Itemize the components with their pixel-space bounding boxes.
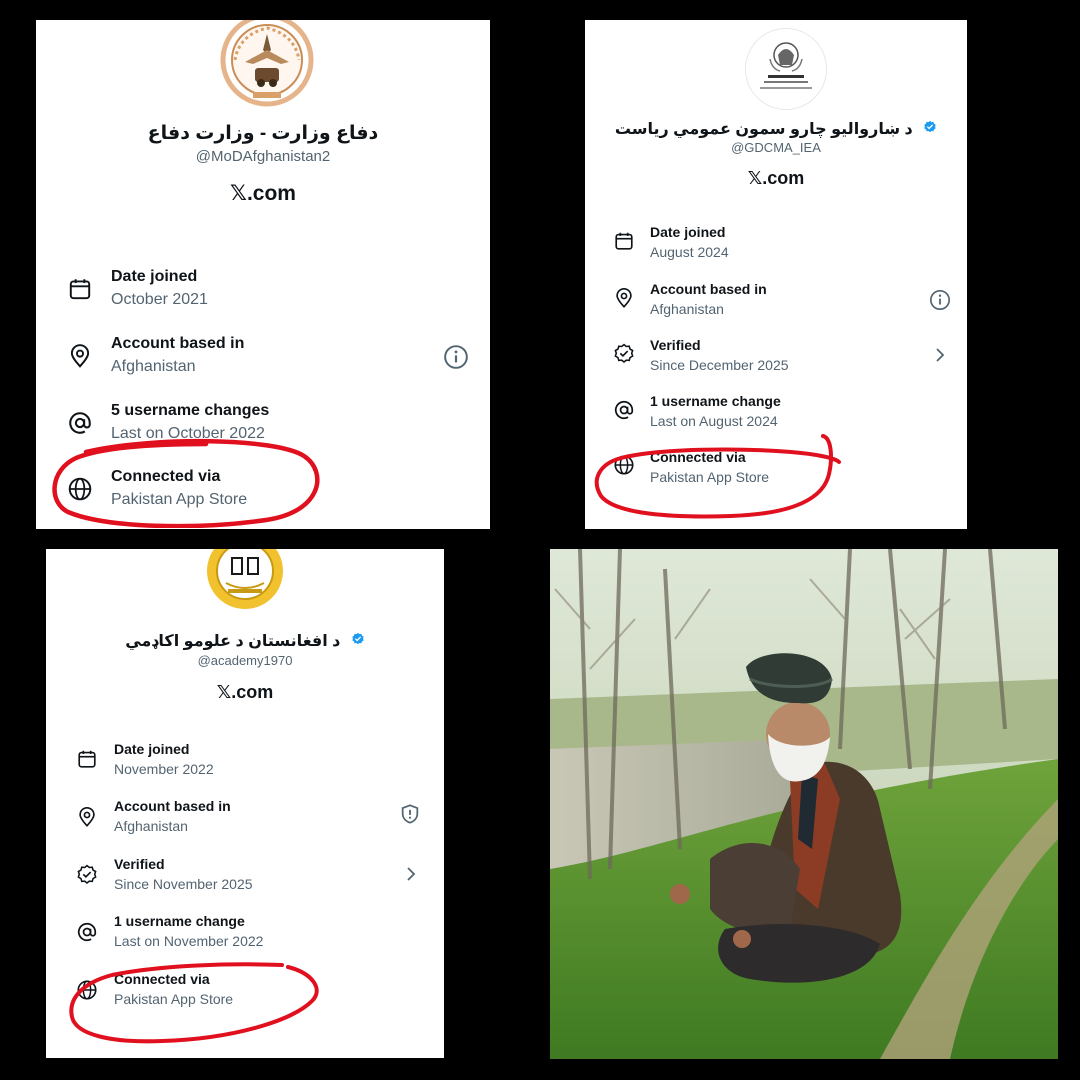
profile-avatar[interactable] (219, 20, 315, 110)
location-pin-icon (613, 287, 635, 309)
row-value: November 2022 (114, 761, 214, 777)
panel-modafghanistan2: دفاع وزارت - وزارت دفاع @MoDAfghanistan2… (36, 20, 490, 529)
x-com-label: 𝕏.com (747, 168, 805, 188)
display-name: دفاع وزارت - وزارت دفاع (36, 122, 490, 145)
info-icon[interactable] (929, 289, 951, 311)
row-value: August 2024 (650, 244, 729, 260)
row-label: Account based in (650, 281, 767, 297)
display-name: د افغانستان د علومو اکاډمي (46, 631, 444, 651)
row-value: Last on August 2024 (650, 413, 778, 429)
row-verified[interactable]: Verified Since December 2025 (585, 336, 967, 378)
verified-badge-icon[interactable] (923, 120, 937, 139)
row-value: Since November 2025 (114, 876, 253, 892)
row-account-based-in[interactable]: Account based in Afghanistan (36, 331, 490, 381)
location-pin-icon (67, 343, 93, 369)
row-label: Verified (650, 337, 701, 353)
row-label: Date joined (114, 741, 190, 757)
row-value: Afghanistan (650, 301, 724, 317)
photo-man-seated-on-grass (550, 549, 1058, 1059)
at-sign-icon (67, 410, 93, 436)
x-com-label: 𝕏.com (230, 182, 296, 205)
globe-icon (67, 476, 93, 502)
info-icon[interactable] (443, 344, 469, 370)
at-sign-icon (613, 399, 635, 421)
row-value: Last on October 2022 (111, 425, 265, 442)
display-name-text: د ښاروالیو چارو سمون عمومي رياست (614, 121, 913, 138)
location-pin-icon (76, 806, 98, 828)
username-handle[interactable]: @academy1970 (46, 653, 444, 668)
row-username-changes: 1 username change Last on November 2022 (46, 912, 444, 954)
row-connected-via: Connected via Pakistan App Store (46, 970, 444, 1012)
row-label: Date joined (650, 224, 726, 240)
row-label: Date joined (111, 268, 198, 285)
row-date-joined: Date joined August 2024 (585, 223, 967, 265)
row-label: Verified (114, 856, 165, 872)
row-account-based-in[interactable]: Account based in Afghanistan (46, 797, 444, 839)
row-value: Pakistan App Store (111, 491, 248, 508)
row-value: Pakistan App Store (650, 469, 770, 485)
row-username-changes: 1 username change Last on August 2024 (585, 392, 967, 434)
x-com-label: 𝕏.com (216, 682, 274, 702)
globe-icon (613, 454, 635, 476)
row-value: Afghanistan (111, 358, 196, 375)
verified-badge-icon[interactable] (351, 632, 365, 651)
at-sign-icon (76, 921, 98, 943)
calendar-icon (76, 748, 98, 770)
row-value: Since December 2025 (650, 357, 789, 373)
username-handle[interactable]: @GDCMA_IEA (585, 140, 967, 155)
display-name-text: دفاع وزارت - وزارت دفاع (147, 123, 379, 144)
panel-gdcma-iea: د ښاروالیو چارو سمون عمومي رياست @GDCMA_… (585, 20, 967, 529)
row-account-based-in[interactable]: Account based in Afghanistan (585, 280, 967, 322)
panel-academy1970: د افغانستان د علومو اکاډمي @academy1970 … (46, 549, 444, 1058)
row-connected-via: Connected via Pakistan App Store (585, 448, 967, 490)
row-label: Connected via (114, 971, 210, 987)
shield-alert-icon[interactable] (399, 803, 421, 825)
profile-avatar[interactable] (204, 549, 286, 613)
row-label: 1 username change (114, 913, 245, 929)
calendar-icon (613, 230, 635, 252)
display-name: د ښاروالیو چارو سمون عمومي رياست (585, 119, 967, 139)
row-label: 1 username change (650, 393, 781, 409)
row-value: Afghanistan (114, 818, 188, 834)
chevron-right-icon[interactable] (931, 346, 949, 364)
profile-avatar[interactable] (745, 28, 827, 110)
verified-outline-icon (76, 864, 98, 886)
verified-outline-icon (613, 343, 635, 365)
row-label: Account based in (114, 798, 231, 814)
row-label: 5 username changes (111, 402, 270, 419)
row-value: Pakistan App Store (114, 991, 234, 1007)
row-verified[interactable]: Verified Since November 2025 (46, 855, 444, 897)
calendar-icon (67, 276, 93, 302)
row-date-joined: Date joined October 2021 (36, 264, 490, 314)
row-label: Connected via (111, 468, 221, 485)
row-value: October 2021 (111, 291, 208, 308)
row-date-joined: Date joined November 2022 (46, 740, 444, 782)
display-name-text: د افغانستان د علومو اکاډمي (125, 633, 341, 650)
row-label: Account based in (111, 335, 245, 352)
globe-icon (76, 979, 98, 1001)
row-value: Last on November 2022 (114, 933, 264, 949)
row-connected-via: Connected via Pakistan App Store (36, 464, 490, 514)
chevron-right-icon[interactable] (402, 865, 420, 883)
row-label: Connected via (650, 449, 746, 465)
row-username-changes: 5 username changes Last on October 2022 (36, 398, 490, 448)
username-handle[interactable]: @MoDAfghanistan2 (36, 148, 490, 165)
